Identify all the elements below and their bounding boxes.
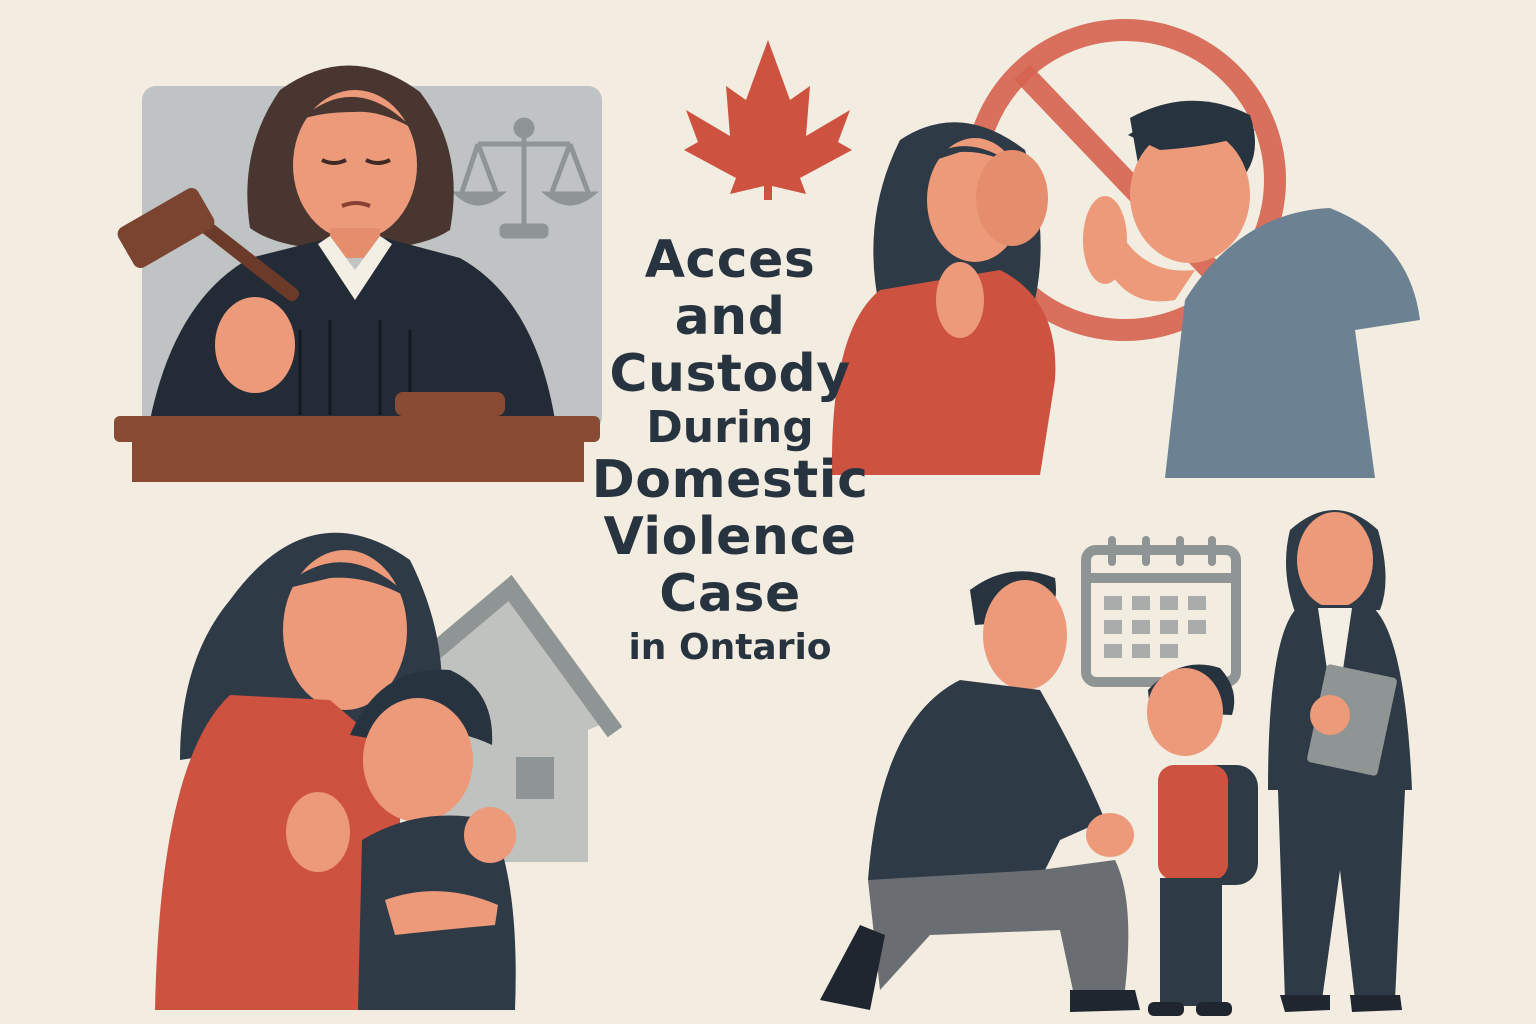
- woman-hand-face: [976, 150, 1048, 246]
- boy-pants: [1160, 878, 1222, 1006]
- headline-line-2: and: [674, 287, 786, 348]
- man-face: [1130, 127, 1250, 263]
- lawyer-pants: [1278, 790, 1405, 1000]
- mother-child-scene: [155, 532, 623, 1010]
- headline-line-7: Case: [659, 564, 801, 625]
- father-sweater: [868, 680, 1105, 880]
- child-face: [363, 698, 473, 822]
- headline-line-4: During: [646, 401, 814, 453]
- maple-leaf-icon: [684, 40, 852, 200]
- father-face: [983, 580, 1067, 690]
- man-raised-hand: [1083, 196, 1127, 284]
- headline-line-1: Acces: [644, 230, 816, 290]
- father-shoe-front: [1070, 990, 1140, 1012]
- judge-scene: [114, 65, 602, 482]
- headline-line-3: Custody: [609, 344, 851, 405]
- father-shoe-back: [820, 925, 885, 1010]
- father-hand: [1086, 813, 1134, 857]
- child-hand: [286, 792, 350, 872]
- sound-block: [395, 392, 505, 416]
- lawyer-hand: [1310, 695, 1350, 735]
- boy-shirt: [1158, 765, 1228, 880]
- headline: Acces and Custody During Domestic Violen…: [560, 230, 900, 668]
- headline-line-5: Domestic: [591, 449, 869, 510]
- custody-scene: [820, 510, 1412, 1016]
- calendar-icon: [1081, 536, 1241, 687]
- lawyer-face: [1297, 512, 1373, 608]
- boy-face: [1147, 668, 1223, 756]
- headline-line-6: Violence: [603, 507, 857, 568]
- headline-line-8: in Ontario: [628, 626, 832, 668]
- judge-bench: [114, 416, 600, 442]
- father-pants: [868, 860, 1129, 1000]
- mother-hand-shoulder: [464, 807, 516, 863]
- judge-hand: [215, 297, 295, 393]
- abuse-scene: [831, 19, 1420, 478]
- woman-hands-clasped: [936, 262, 984, 338]
